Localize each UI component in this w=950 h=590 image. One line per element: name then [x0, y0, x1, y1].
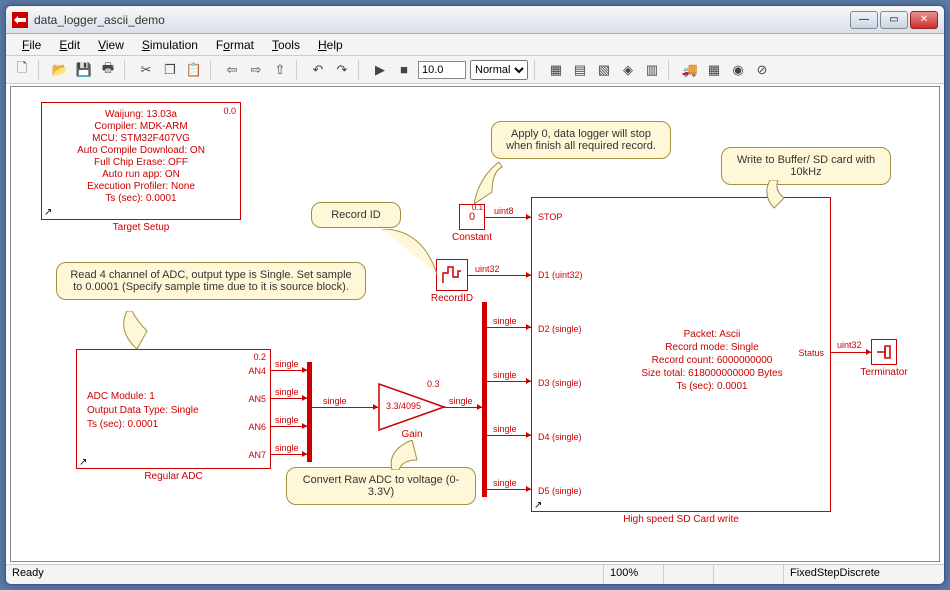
block-label-sd: High speed SD Card write	[531, 514, 831, 525]
block-label-constant: Constant	[443, 232, 501, 243]
menu-edit[interactable]: Edit	[51, 36, 88, 54]
block-label-adc: Regular ADC	[76, 471, 271, 482]
stoptime-input[interactable]	[418, 61, 466, 79]
block-sd-write[interactable]: STOP D1 (uint32) D2 (single) D3 (single)…	[531, 197, 831, 512]
statusbar: Ready 100% FixedStepDiscrete	[6, 564, 944, 584]
play-icon[interactable]: ▶	[370, 60, 390, 80]
maximize-button[interactable]: ▭	[880, 11, 908, 29]
tool8-icon[interactable]: ◉	[728, 60, 748, 80]
redo-icon[interactable]: ↷	[332, 60, 352, 80]
open-icon[interactable]: 📂	[50, 60, 70, 80]
callout-sd: Write to Buffer/ SD card with 10kHz	[721, 147, 891, 185]
print-icon[interactable]: 🖶	[98, 60, 118, 80]
callout-gain: Convert Raw ADC to voltage (0-3.3V)	[286, 467, 476, 505]
block-target-setup[interactable]: 0.0 Waijung: 13.03a Compiler: MDK-ARM MC…	[41, 102, 241, 220]
save-icon[interactable]: 💾	[74, 60, 94, 80]
mux1	[307, 362, 312, 462]
tool6-icon[interactable]: 🚚	[680, 60, 700, 80]
status-ready: Ready	[6, 565, 604, 584]
app-window: data_logger_ascii_demo — ▭ ✕ File Edit V…	[5, 5, 945, 585]
menu-help[interactable]: Help	[310, 36, 351, 54]
block-label-gain: Gain	[378, 429, 446, 440]
tool1-icon[interactable]: ▦	[546, 60, 566, 80]
callout-const: Apply 0, data logger will stop when fini…	[491, 121, 671, 159]
stop-icon[interactable]: ■	[394, 60, 414, 80]
status-solver: FixedStepDiscrete	[784, 565, 944, 584]
minimize-button[interactable]: —	[850, 11, 878, 29]
status-zoom: 100%	[604, 565, 664, 584]
close-button[interactable]: ✕	[910, 11, 938, 29]
block-constant[interactable]: 0 0.1	[459, 204, 485, 230]
tool5-icon[interactable]: ▥	[642, 60, 662, 80]
callout-adc: Read 4 channel of ADC, output type is Si…	[56, 262, 366, 300]
block-label-target: Target Setup	[41, 222, 241, 233]
menu-format[interactable]: Format	[208, 36, 262, 54]
model-canvas[interactable]: 0.0 Waijung: 13.03a Compiler: MDK-ARM MC…	[10, 86, 940, 562]
simmode-select[interactable]: Normal	[470, 60, 528, 80]
tool2-icon[interactable]: ▤	[570, 60, 590, 80]
cut-icon[interactable]: ✂	[136, 60, 156, 80]
new-icon[interactable]: 🗋	[12, 60, 32, 80]
menu-view[interactable]: View	[90, 36, 132, 54]
forward-icon[interactable]: ⇨	[246, 60, 266, 80]
paste-icon[interactable]: 📋	[184, 60, 204, 80]
block-terminator[interactable]	[871, 339, 897, 365]
block-label-recordid: RecordID	[421, 293, 483, 304]
tool3-icon[interactable]: ▧	[594, 60, 614, 80]
app-icon	[12, 12, 28, 28]
tool4-icon[interactable]: ◈	[618, 60, 638, 80]
toolbar: 🗋 📂 💾 🖶 ✂ ❐ 📋 ⇦ ⇨ ⇧ ↶ ↷ ▶ ■ Normal ▦ ▤ ▧…	[6, 56, 944, 84]
menubar: File Edit View Simulation Format Tools H…	[6, 34, 944, 56]
tool9-icon[interactable]: ⊘	[752, 60, 772, 80]
menu-tools[interactable]: Tools	[264, 36, 308, 54]
titlebar: data_logger_ascii_demo — ▭ ✕	[6, 6, 944, 34]
block-label-term: Terminator	[851, 367, 917, 378]
up-icon[interactable]: ⇧	[270, 60, 290, 80]
menu-simulation[interactable]: Simulation	[134, 36, 206, 54]
callout-recordid: Record ID	[311, 202, 401, 228]
window-title: data_logger_ascii_demo	[34, 13, 850, 27]
back-icon[interactable]: ⇦	[222, 60, 242, 80]
copy-icon[interactable]: ❐	[160, 60, 180, 80]
undo-icon[interactable]: ↶	[308, 60, 328, 80]
block-num: 0.0	[223, 105, 236, 117]
block-regular-adc[interactable]: 0.2 ADC Module: 1 Output Data Type: Sing…	[76, 349, 271, 469]
tool7-icon[interactable]: ▦	[704, 60, 724, 80]
menu-file[interactable]: File	[14, 36, 49, 54]
demux	[482, 302, 487, 497]
